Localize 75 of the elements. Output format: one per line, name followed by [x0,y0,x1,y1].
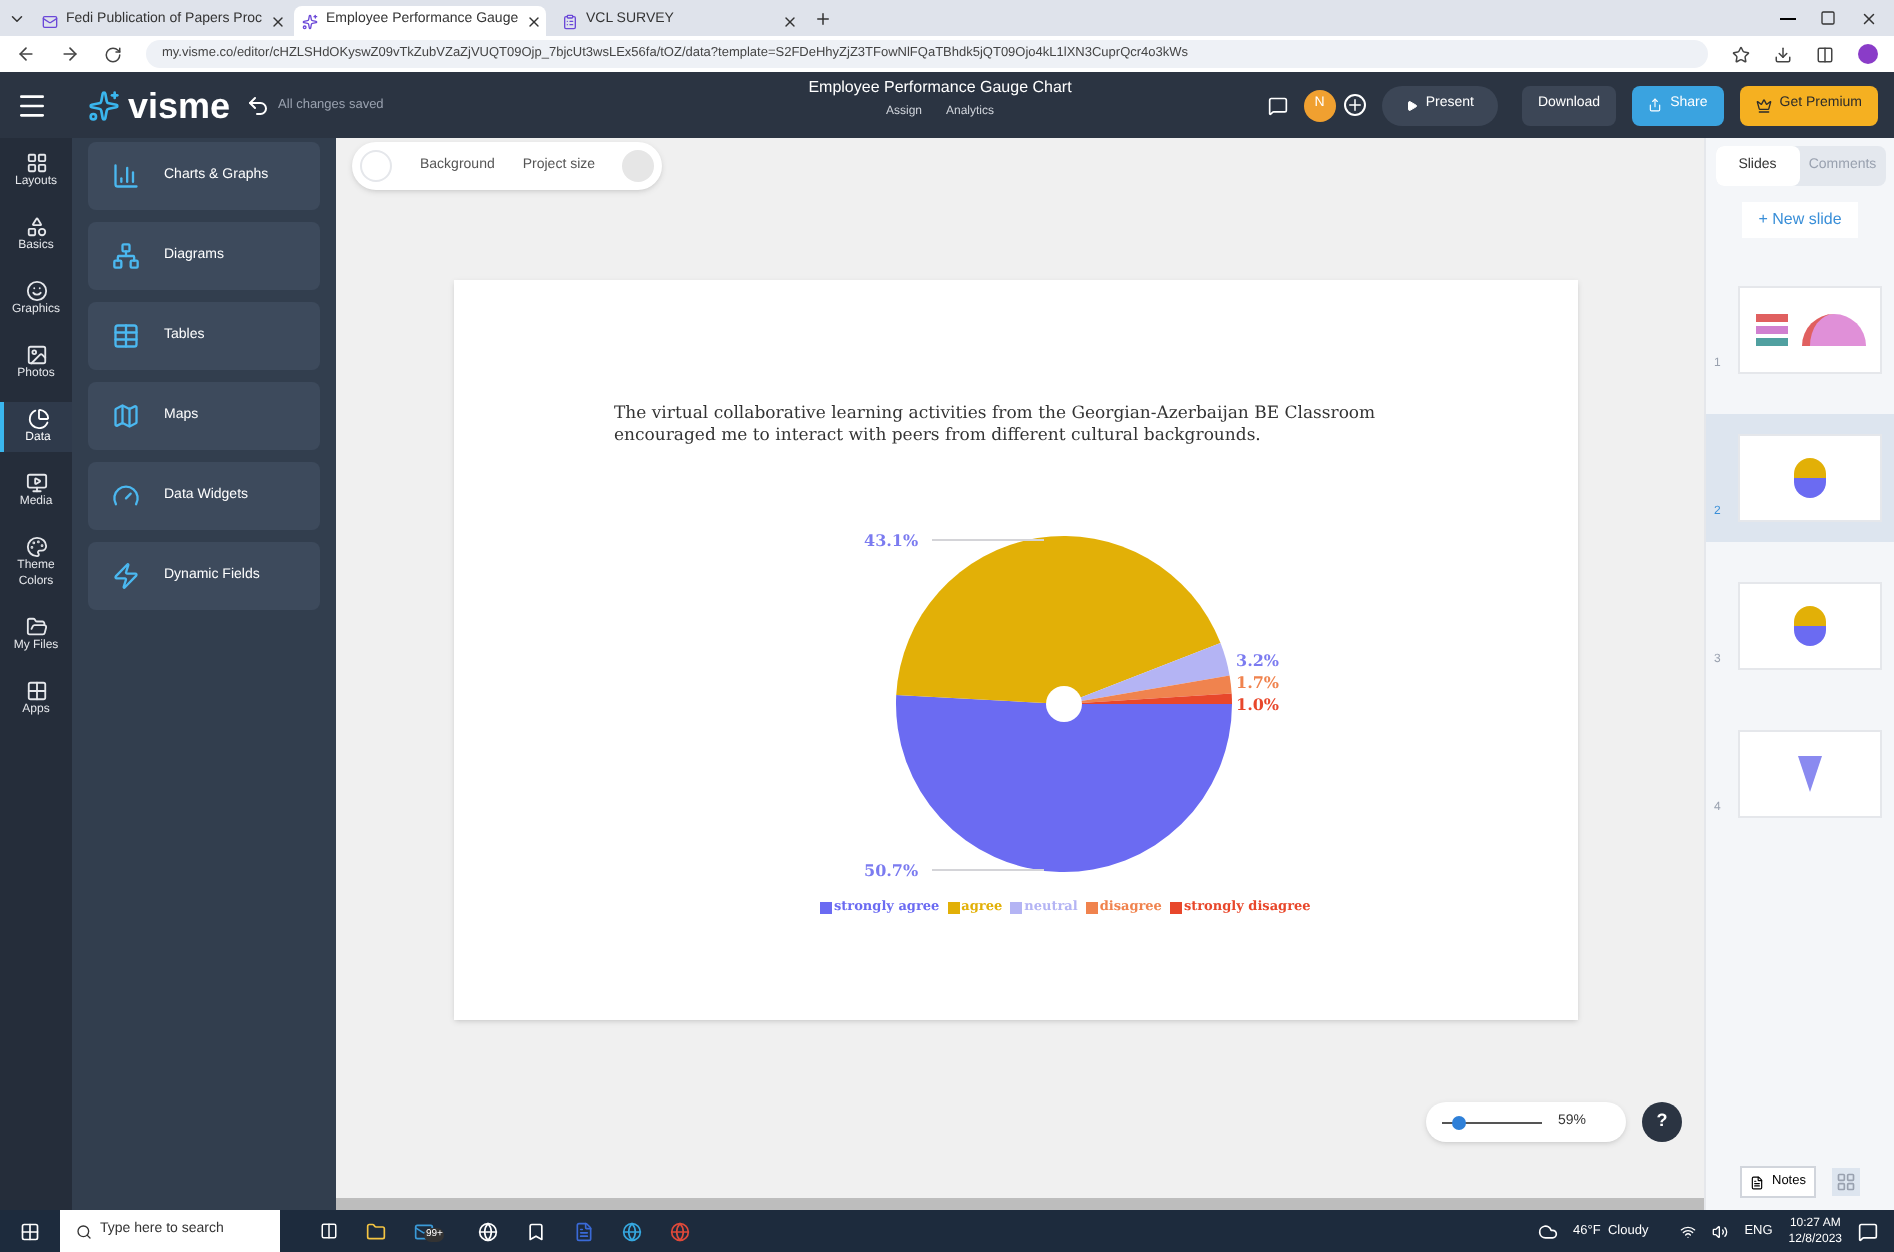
charts-icon [112,162,140,190]
help-button[interactable]: ? [1642,1102,1682,1142]
reload-icon[interactable] [104,45,122,63]
folder-icon[interactable] [366,1221,386,1241]
graphics-icon [25,280,47,302]
files-icon [25,616,47,638]
search-icon [76,1223,92,1239]
document-icon[interactable] [574,1221,594,1241]
download-icon[interactable] [1774,45,1792,63]
volume-icon[interactable] [1712,1223,1729,1239]
close-icon[interactable] [270,13,287,29]
weather-icon [1537,1221,1558,1241]
layouts-icon [25,152,47,174]
start-icon[interactable] [20,1221,40,1241]
apps-icon [25,680,47,702]
zoom-thumb[interactable] [1452,1115,1466,1129]
value-label: 1.7% [1236,672,1280,692]
browser-icon[interactable] [622,1221,642,1241]
tab-favicon-icon [42,13,58,29]
legend-swatch [1085,901,1098,914]
undo-icon[interactable] [246,93,271,117]
crown-icon [1755,97,1772,113]
value-label: 43.1% [864,530,919,550]
data-icon [27,408,49,430]
media-icon [25,472,47,494]
value-label: 1.0% [1236,694,1280,714]
tab-list-icon[interactable] [8,10,26,28]
notes-icon [1750,1175,1764,1189]
document-title[interactable]: Employee Performance Gauge Chart [808,76,1072,100]
share-icon [1648,98,1663,112]
bookmark-icon[interactable] [1732,45,1750,63]
profile-avatar[interactable] [1858,44,1878,64]
basics-icon [25,216,47,238]
legend-swatch [947,901,960,914]
slide-thumbnail[interactable] [1738,286,1882,374]
notifications-icon[interactable] [1858,1221,1878,1241]
browser-icon[interactable] [670,1221,690,1241]
task-view-icon[interactable] [320,1222,338,1240]
close-icon[interactable] [782,13,798,29]
play-icon [1405,99,1418,111]
globe-icon[interactable] [478,1221,498,1241]
slide-thumbnail[interactable] [1738,730,1882,818]
value-label: 50.7% [864,860,919,880]
close-icon[interactable] [526,13,543,29]
slide-title[interactable]: The virtual collaborative learning activities from the Georgian-Azerbaijan BE Classroom encouraged me to interact with peers from different cultural backgrounds. [614,404,1474,448]
photos-icon [25,344,47,366]
legend-swatch [1169,901,1182,914]
sidepanel-icon[interactable] [1816,45,1834,63]
new-slide-button[interactable]: + New slide [1742,202,1858,238]
maximize-icon[interactable] [1820,10,1836,26]
add-collaborator-icon[interactable] [1343,94,1366,116]
legend-swatch [1010,901,1023,914]
theme-icon [25,536,47,558]
value-label: 3.2% [1236,650,1280,670]
network-icon[interactable] [1680,1223,1697,1239]
diagrams-icon [112,242,140,270]
comment-icon[interactable] [1267,95,1288,115]
tab-favicon-icon [302,13,318,29]
back-icon[interactable] [16,44,36,64]
new-tab-icon[interactable] [814,10,832,28]
close-icon[interactable] [1860,10,1878,28]
tables-icon [112,322,140,350]
slide-thumbnail[interactable] [1738,434,1882,522]
tab-favicon-icon [562,13,578,29]
logo-icon [88,89,120,121]
color-swatch[interactable] [360,150,392,182]
logo: visme [128,87,231,123]
forward-icon[interactable] [60,44,80,64]
menu-icon[interactable] [16,89,48,121]
center-hole [1046,686,1082,722]
widgets-icon [112,482,140,510]
slide-thumbnail[interactable] [1738,582,1882,670]
legend-swatch [820,901,832,914]
maps-icon [112,402,140,430]
fields-icon [112,562,140,590]
